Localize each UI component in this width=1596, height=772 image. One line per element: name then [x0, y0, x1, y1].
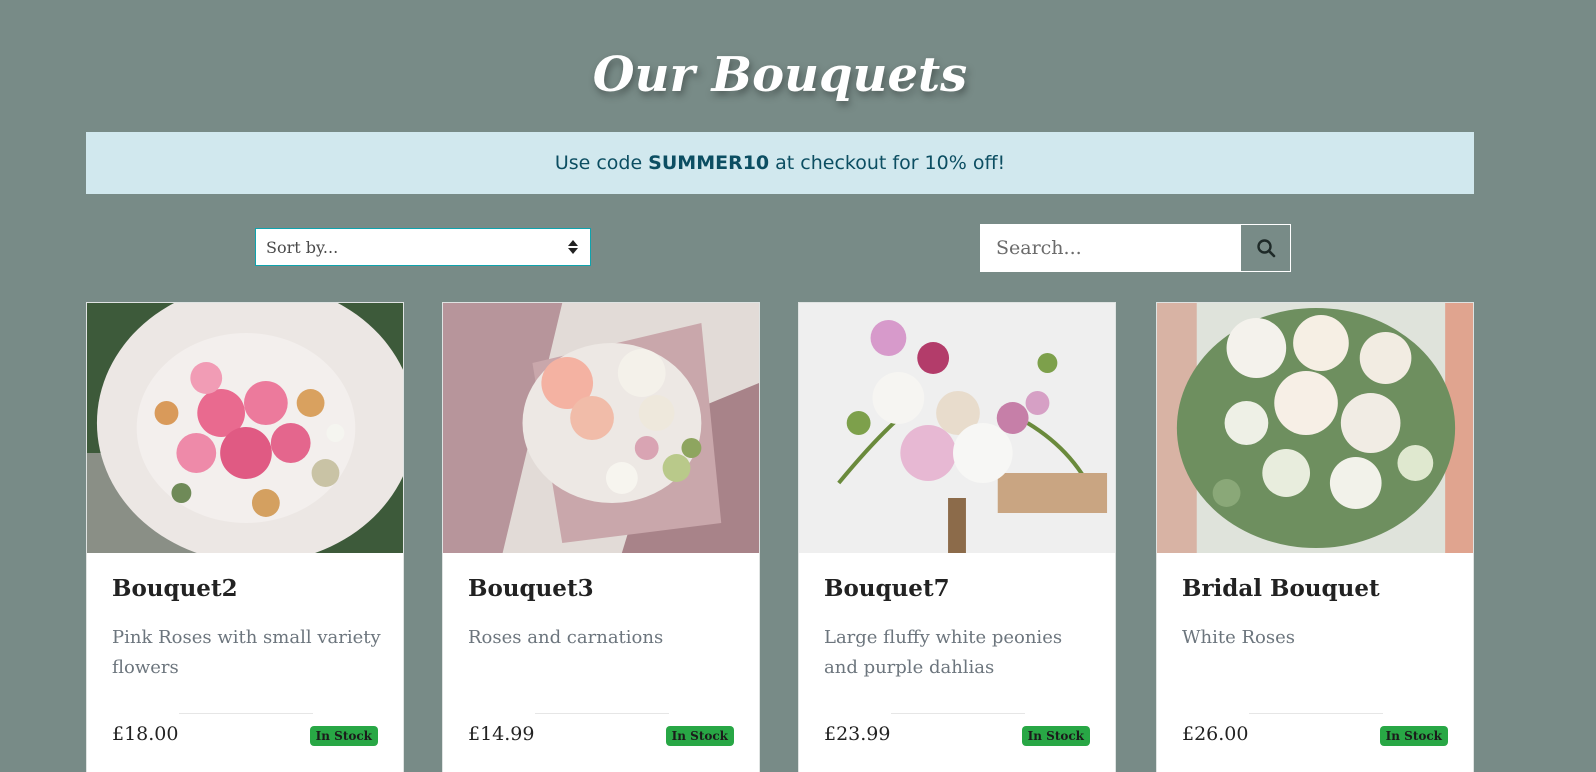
stock-badge: In Stock — [1021, 726, 1090, 746]
product-price: £14.99 — [468, 723, 535, 745]
product-name[interactable]: Bouquet7 — [824, 575, 950, 602]
sort-select[interactable]: Sort by... — [255, 228, 591, 266]
card-divider — [179, 713, 313, 714]
card-divider — [535, 713, 669, 714]
promo-code: SUMMER10 — [648, 152, 770, 174]
sort-arrows-icon — [566, 240, 580, 254]
product-card[interactable]: Bridal Bouquet White Roses £26.00 In Sto… — [1156, 302, 1474, 772]
stock-badge: In Stock — [665, 726, 734, 746]
product-image[interactable] — [443, 303, 759, 553]
search-icon — [1256, 239, 1275, 258]
product-price: £23.99 — [824, 723, 891, 745]
card-divider — [891, 713, 1025, 714]
stock-badge: In Stock — [309, 726, 378, 746]
page-title: Our Bouquets — [592, 47, 968, 103]
search-button[interactable] — [1240, 224, 1291, 272]
product-description: Pink Roses with small variety flowers — [112, 627, 381, 678]
product-card[interactable]: Bouquet3 Roses and carnations £14.99 In … — [442, 302, 760, 772]
sort-select-label: Sort by... — [266, 237, 339, 257]
search-input[interactable] — [980, 224, 1240, 272]
product-image[interactable] — [799, 303, 1115, 553]
product-description: Large fluffy white peonies and purple da… — [824, 627, 1063, 678]
product-description: Roses and carnations — [468, 627, 664, 648]
stock-badge: In Stock — [1379, 726, 1448, 746]
product-name[interactable]: Bouquet3 — [468, 575, 594, 602]
product-price: £18.00 — [112, 723, 179, 745]
product-name[interactable]: Bouquet2 — [112, 575, 238, 602]
promo-banner: Use code SUMMER10 at checkout for 10% of… — [86, 132, 1474, 194]
product-card[interactable]: Bouquet7 Large fluffy white peonies and … — [798, 302, 1116, 772]
product-price: £26.00 — [1182, 723, 1249, 745]
product-image[interactable] — [1157, 303, 1473, 553]
product-card[interactable]: Bouquet2 Pink Roses with small variety f… — [86, 302, 404, 772]
product-description: White Roses — [1182, 627, 1295, 648]
product-name[interactable]: Bridal Bouquet — [1182, 575, 1380, 602]
promo-prefix: Use code — [554, 152, 643, 174]
card-divider — [1249, 713, 1383, 714]
promo-suffix: at checkout for 10% off! — [775, 152, 1006, 174]
product-image[interactable] — [87, 303, 403, 553]
